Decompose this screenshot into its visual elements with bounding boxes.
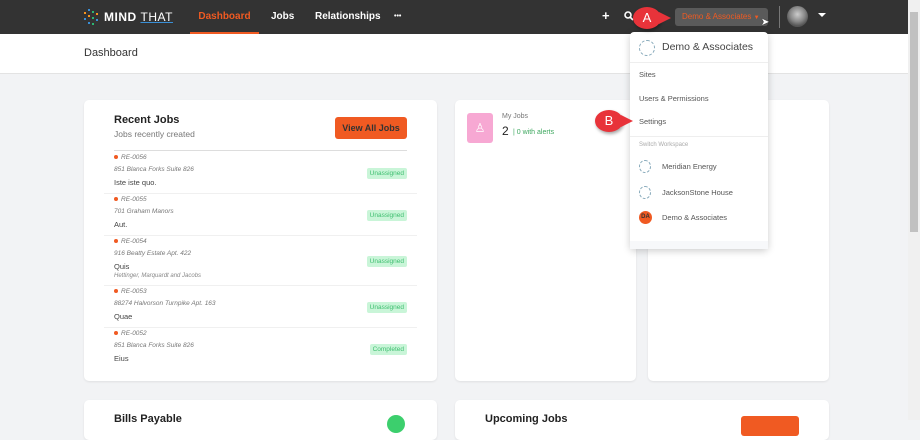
workspace-switcher-button[interactable]: Demo & Associates ▼ xyxy=(675,8,768,26)
status-badge: Unassigned xyxy=(366,256,407,267)
job-id: RE-0052 xyxy=(114,330,147,337)
brand-name-light: THAT xyxy=(140,10,173,24)
workspace-name: Demo & Associates xyxy=(682,12,752,21)
workspace-name: Demo & Associates xyxy=(662,213,728,222)
job-description: Quae xyxy=(114,312,133,321)
switch-workspace-label: Switch Workspace xyxy=(639,142,689,148)
job-description: Iste iste quo. xyxy=(114,178,157,187)
job-id: RE-0053 xyxy=(114,288,147,295)
person-icon: ♙ xyxy=(467,113,493,143)
job-company: Hettinger, Marquardt and Jacobs xyxy=(114,273,202,279)
menu-item-sites[interactable]: Sites xyxy=(639,70,656,79)
nav-relationships[interactable]: Relationships xyxy=(315,0,381,34)
upcoming-jobs-button[interactable] xyxy=(741,416,799,436)
job-row[interactable]: RE-0052 851 Blanca Forks Suite 826 Eius Com… xyxy=(104,328,417,370)
job-address: 88274 Halvorson Turnpike Apt. 163 xyxy=(114,300,216,307)
workspace-initials-avatar: DA xyxy=(639,211,652,224)
workspace-name: Meridian Energy xyxy=(662,162,717,171)
bills-payable-title: Bills Payable xyxy=(114,413,182,425)
job-row[interactable]: RE-0054 916 Beatty Estate Apt. 422 Quis Het… xyxy=(104,236,417,286)
divider xyxy=(114,150,407,151)
logo[interactable]: MIND THAT xyxy=(84,8,173,26)
recent-jobs-title: Recent Jobs xyxy=(114,114,180,126)
dropdown-footer xyxy=(630,241,768,249)
divider xyxy=(630,62,768,63)
workspace-logo-icon xyxy=(639,186,651,199)
view-all-jobs-button[interactable]: View All Jobs xyxy=(335,117,407,139)
my-jobs-count: 2 xyxy=(502,124,509,138)
job-row[interactable]: RE-0056 851 Blanca Forks Suite 826 Iste is… xyxy=(104,152,417,194)
status-badge: Completed xyxy=(369,344,407,355)
workspace-logo-icon xyxy=(639,40,655,56)
job-description: Eius xyxy=(114,354,129,363)
workspace-logo-icon xyxy=(639,160,651,173)
user-avatar[interactable] xyxy=(787,6,808,27)
job-description: Aut. xyxy=(114,220,128,229)
nav-dashboard[interactable]: Dashboard xyxy=(190,0,259,34)
callout-b: B xyxy=(595,110,633,132)
job-id: RE-0055 xyxy=(114,196,147,203)
add-icon[interactable]: + xyxy=(602,8,610,23)
recent-jobs-subtitle: Jobs recently created xyxy=(114,129,195,139)
callout-a: A xyxy=(633,7,671,29)
dropdown-title: Demo & Associates xyxy=(662,41,754,53)
bills-payable-card: Bills Payable xyxy=(84,400,437,440)
status-badge: Unassigned xyxy=(366,210,407,221)
my-jobs-card[interactable]: ♙ My Jobs 2 | 0 with alerts xyxy=(455,100,636,381)
workspace-dropdown-menu: Demo & Associates Sites Users & Permissi… xyxy=(630,32,768,249)
nav-jobs[interactable]: Jobs xyxy=(271,0,294,34)
brand-name: MIND xyxy=(104,10,137,24)
menu-item-users-permissions[interactable]: Users & Permissions xyxy=(639,94,709,103)
status-badge: Unassigned xyxy=(366,302,407,313)
upcoming-jobs-card: Upcoming Jobs xyxy=(455,400,829,440)
top-navbar: MIND THAT Dashboard Jobs Relationships •… xyxy=(0,0,908,34)
divider xyxy=(630,136,768,137)
workspace-name: JacksonStone House xyxy=(662,188,733,197)
job-id: RE-0056 xyxy=(114,154,147,161)
menu-item-settings[interactable]: Settings xyxy=(639,117,666,126)
job-row[interactable]: RE-0055 701 Graham Manors Aut. Unassigned xyxy=(104,194,417,236)
my-jobs-alerts: | 0 with alerts xyxy=(513,129,555,136)
scrollbar-thumb[interactable] xyxy=(910,12,918,232)
logo-mark-icon xyxy=(84,8,100,26)
divider xyxy=(779,6,780,28)
user-menu-caret-icon[interactable] xyxy=(818,13,826,21)
my-jobs-label: My Jobs xyxy=(502,113,529,120)
job-description: Quis xyxy=(114,262,130,271)
job-id: RE-0054 xyxy=(114,238,147,245)
job-address: 701 Graham Manors xyxy=(114,208,174,215)
status-badge: Unassigned xyxy=(366,168,407,179)
status-dot-icon xyxy=(387,415,405,433)
nav-more[interactable]: ••• xyxy=(394,0,401,34)
scrollbar[interactable] xyxy=(908,0,920,420)
recent-jobs-card: Recent Jobs Jobs recently created View A… xyxy=(84,100,437,381)
page-header: Dashboard xyxy=(0,34,908,74)
job-address: 916 Beatty Estate Apt. 422 xyxy=(114,250,192,257)
page-title: Dashboard xyxy=(84,47,138,59)
upcoming-jobs-title: Upcoming Jobs xyxy=(485,413,568,425)
chevron-down-icon: ▼ xyxy=(753,15,760,21)
mouse-cursor-icon: ➤ xyxy=(761,17,770,28)
job-address: 851 Blanca Forks Suite 826 xyxy=(114,166,194,173)
job-address: 851 Blanca Forks Suite 826 xyxy=(114,342,194,349)
job-row[interactable]: RE-0053 88274 Halvorson Turnpike Apt. 163… xyxy=(104,286,417,328)
